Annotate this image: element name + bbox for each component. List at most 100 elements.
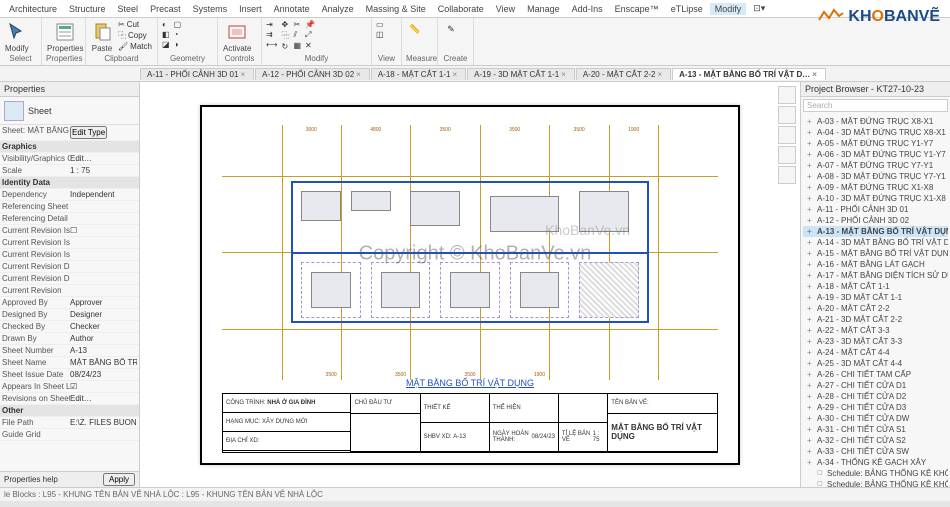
nav-wheel-icon[interactable] — [778, 126, 796, 144]
tree-item[interactable]: A-07 - MẶT ĐỨNG TRỤC Y7-Y1 — [803, 160, 948, 171]
delete-button[interactable]: ✕ — [305, 41, 315, 50]
align-button[interactable]: ⇥ — [266, 20, 277, 29]
paste-button[interactable]: Paste — [90, 20, 114, 54]
geom-tool-1[interactable]: ▢ — [174, 20, 182, 29]
tab-precast[interactable]: Precast — [145, 3, 186, 15]
tree-item[interactable]: A-30 - CHI TIẾT CỬA DW — [803, 413, 948, 424]
tree-item[interactable]: A-03 - MẶT ĐỨNG TRỤC X8-X1 — [803, 116, 948, 127]
cut-geom-button[interactable]: ◧ — [162, 30, 170, 39]
copy-m-button[interactable]: ⿻ — [281, 30, 289, 41]
tree-item[interactable]: A-20 - MẶT CẮT 2-2 — [803, 303, 948, 314]
props-row[interactable]: Current Revision Issued To — [0, 249, 139, 261]
tree-item[interactable]: A-33 - CHI TIẾT CỬA SW — [803, 446, 948, 457]
props-row[interactable]: Scale1 : 75 — [0, 165, 139, 177]
copy-button[interactable]: ⿻Copy — [118, 30, 152, 41]
props-row[interactable]: Sheet NumberA-13 — [0, 345, 139, 357]
tree-item[interactable]: A-12 - PHỐI CẢNH 3D 02 — [803, 215, 948, 226]
trim-button[interactable]: ✂ — [293, 20, 301, 29]
tree-item[interactable]: A-10 - 3D MẶT ĐỨNG TRỤC X1-X8 — [803, 193, 948, 204]
mirror-button[interactable]: ⟷ — [266, 40, 277, 49]
tree-item[interactable]: A-23 - 3D MẶT CẮT 3-3 — [803, 336, 948, 347]
props-row[interactable]: Current Revision — [0, 285, 139, 297]
tree-item[interactable]: A-26 - CHI TIẾT TAM CẤP — [803, 369, 948, 380]
drawing-canvas[interactable]: 3000 4800 3500 3500 3500 1900 3500 3500 … — [140, 82, 800, 487]
cope-button[interactable]: ◐ — [162, 20, 170, 29]
tree-schedule[interactable]: Schedule: BẢNG THỐNG KÊ KHỐI LƯỢNG — [803, 479, 948, 487]
tree-item[interactable]: A-22 - MẶT CẮT 3-3 — [803, 325, 948, 336]
match-button[interactable]: 🖌Match — [118, 42, 152, 51]
nav-zoom-icon[interactable] — [778, 166, 796, 184]
props-row[interactable]: Appears In Sheet List☑ — [0, 381, 139, 393]
tab-view[interactable]: View — [491, 3, 520, 15]
tree-item[interactable]: A-25 - 3D MẶT CẮT 4-4 — [803, 358, 948, 369]
tree-item[interactable]: A-34 - THỐNG KÊ GẠCH XÂY — [803, 457, 948, 468]
tree-item[interactable]: A-16 - MẶT BẰNG LÁT GẠCH — [803, 259, 948, 270]
tree-item[interactable]: A-18 - MẶT CẮT 1-1 — [803, 281, 948, 292]
modify-button[interactable]: Modify — [4, 20, 30, 54]
join-button[interactable]: ◪ — [162, 40, 170, 49]
props-row[interactable]: File PathE:\Z. FILES BUON BAN\NH… — [0, 417, 139, 429]
properties-button[interactable]: Properties — [46, 20, 84, 54]
tab-architecture[interactable]: Architecture — [4, 3, 62, 15]
props-row[interactable]: Sheet Issue Date08/24/23 — [0, 369, 139, 381]
rotate-button[interactable]: ↻ — [281, 42, 289, 51]
tab-structure[interactable]: Structure — [64, 3, 111, 15]
view-tab-a11[interactable]: A-11 - PHỐI CẢNH 3D 01× — [140, 68, 254, 80]
offset-button[interactable]: ⇉ — [266, 30, 277, 39]
props-row[interactable]: Current Revision Issued By — [0, 237, 139, 249]
tree-item[interactable]: A-09 - MẶT ĐỨNG TRỤC X1-X8 — [803, 182, 948, 193]
geom-tool-2[interactable]: ◔ — [174, 30, 182, 39]
tree-schedule[interactable]: Schedule: BẢNG THỐNG KÊ KHỐI LƯỢNG — [803, 468, 948, 479]
tab-manage[interactable]: Manage — [522, 3, 565, 15]
close-tab-icon[interactable]: × — [559, 70, 568, 79]
apply-button[interactable]: Apply — [103, 473, 135, 486]
nav-home-icon[interactable] — [778, 86, 796, 104]
props-row[interactable]: Approved ByApprover — [0, 297, 139, 309]
browser-search[interactable]: Search — [803, 99, 948, 112]
tab-etlipse[interactable]: eTLipse — [666, 3, 708, 15]
measure-button[interactable]: 📏 — [406, 20, 424, 38]
tab-modify[interactable]: Modify — [710, 3, 747, 15]
close-tab-icon[interactable]: × — [450, 70, 459, 79]
tree-item[interactable]: A-32 - CHI TIẾT CỬA S2 — [803, 435, 948, 446]
props-row[interactable]: Current Revision Issued☐ — [0, 225, 139, 237]
split-button[interactable]: ⫽ — [293, 30, 301, 40]
tab-annotate[interactable]: Annotate — [269, 3, 315, 15]
edit-type-button[interactable]: Edit Type — [70, 126, 107, 139]
tree-item[interactable]: A-14 - 3D MẶT BẰNG BỐ TRÍ VẬT DỤNG — [803, 237, 948, 248]
props-row[interactable]: Referencing Detail — [0, 213, 139, 225]
tree-item[interactable]: A-28 - CHI TIẾT CỬA D2 — [803, 391, 948, 402]
tree-item[interactable]: A-13 - MẶT BẰNG BỐ TRÍ VẬT DỤNG — [803, 226, 948, 237]
move-button[interactable]: ✥ — [281, 20, 289, 29]
tab-addins[interactable]: Add-Ins — [567, 3, 608, 15]
tab-massing[interactable]: Massing & Site — [361, 3, 431, 15]
create-button[interactable]: ✎ — [442, 20, 460, 38]
tab-extra-icon[interactable]: ⊡▾ — [748, 2, 770, 15]
tree-item[interactable]: A-24 - MẶT CẮT 4-4 — [803, 347, 948, 358]
view-tab-a18[interactable]: A-18 - MẶT CẮT 1-1× — [371, 68, 466, 80]
tree-item[interactable]: A-11 - PHỐI CẢNH 3D 01 — [803, 204, 948, 215]
activate-button[interactable]: Activate — [222, 20, 252, 54]
view-tab-a19[interactable]: A-19 - 3D MẶT CẮT 1-1× — [467, 68, 575, 80]
pin-button[interactable]: 📌 — [305, 20, 315, 29]
view-tool-2[interactable]: ◫ — [376, 30, 384, 39]
tree-item[interactable]: A-19 - 3D MẶT CẮT 1-1 — [803, 292, 948, 303]
close-tab-icon[interactable]: × — [354, 70, 363, 79]
tab-systems[interactable]: Systems — [188, 3, 233, 15]
props-row[interactable]: Current Revision Date — [0, 261, 139, 273]
tab-enscape[interactable]: Enscape™ — [610, 3, 664, 15]
props-row[interactable]: Current Revision Descripti… — [0, 273, 139, 285]
props-help[interactable]: Properties help — [4, 475, 58, 484]
tree-item[interactable]: A-05 - MẶT ĐỨNG TRỤC Y1-Y7 — [803, 138, 948, 149]
close-tab-icon[interactable]: × — [655, 70, 664, 79]
cut-button[interactable]: ✂Cut — [118, 20, 152, 29]
props-row[interactable]: Guide Grid — [0, 429, 139, 441]
tab-analyze[interactable]: Analyze — [317, 3, 359, 15]
props-row[interactable]: DependencyIndependent — [0, 189, 139, 201]
props-row[interactable]: Designed ByDesigner — [0, 309, 139, 321]
props-row[interactable]: Checked ByChecker — [0, 321, 139, 333]
props-row[interactable]: Referencing Sheet — [0, 201, 139, 213]
props-row[interactable]: Drawn ByAuthor — [0, 333, 139, 345]
geom-tool-3[interactable]: ◑ — [174, 40, 182, 49]
view-tab-a20[interactable]: A-20 - MẶT CẮT 2-2× — [576, 68, 671, 80]
